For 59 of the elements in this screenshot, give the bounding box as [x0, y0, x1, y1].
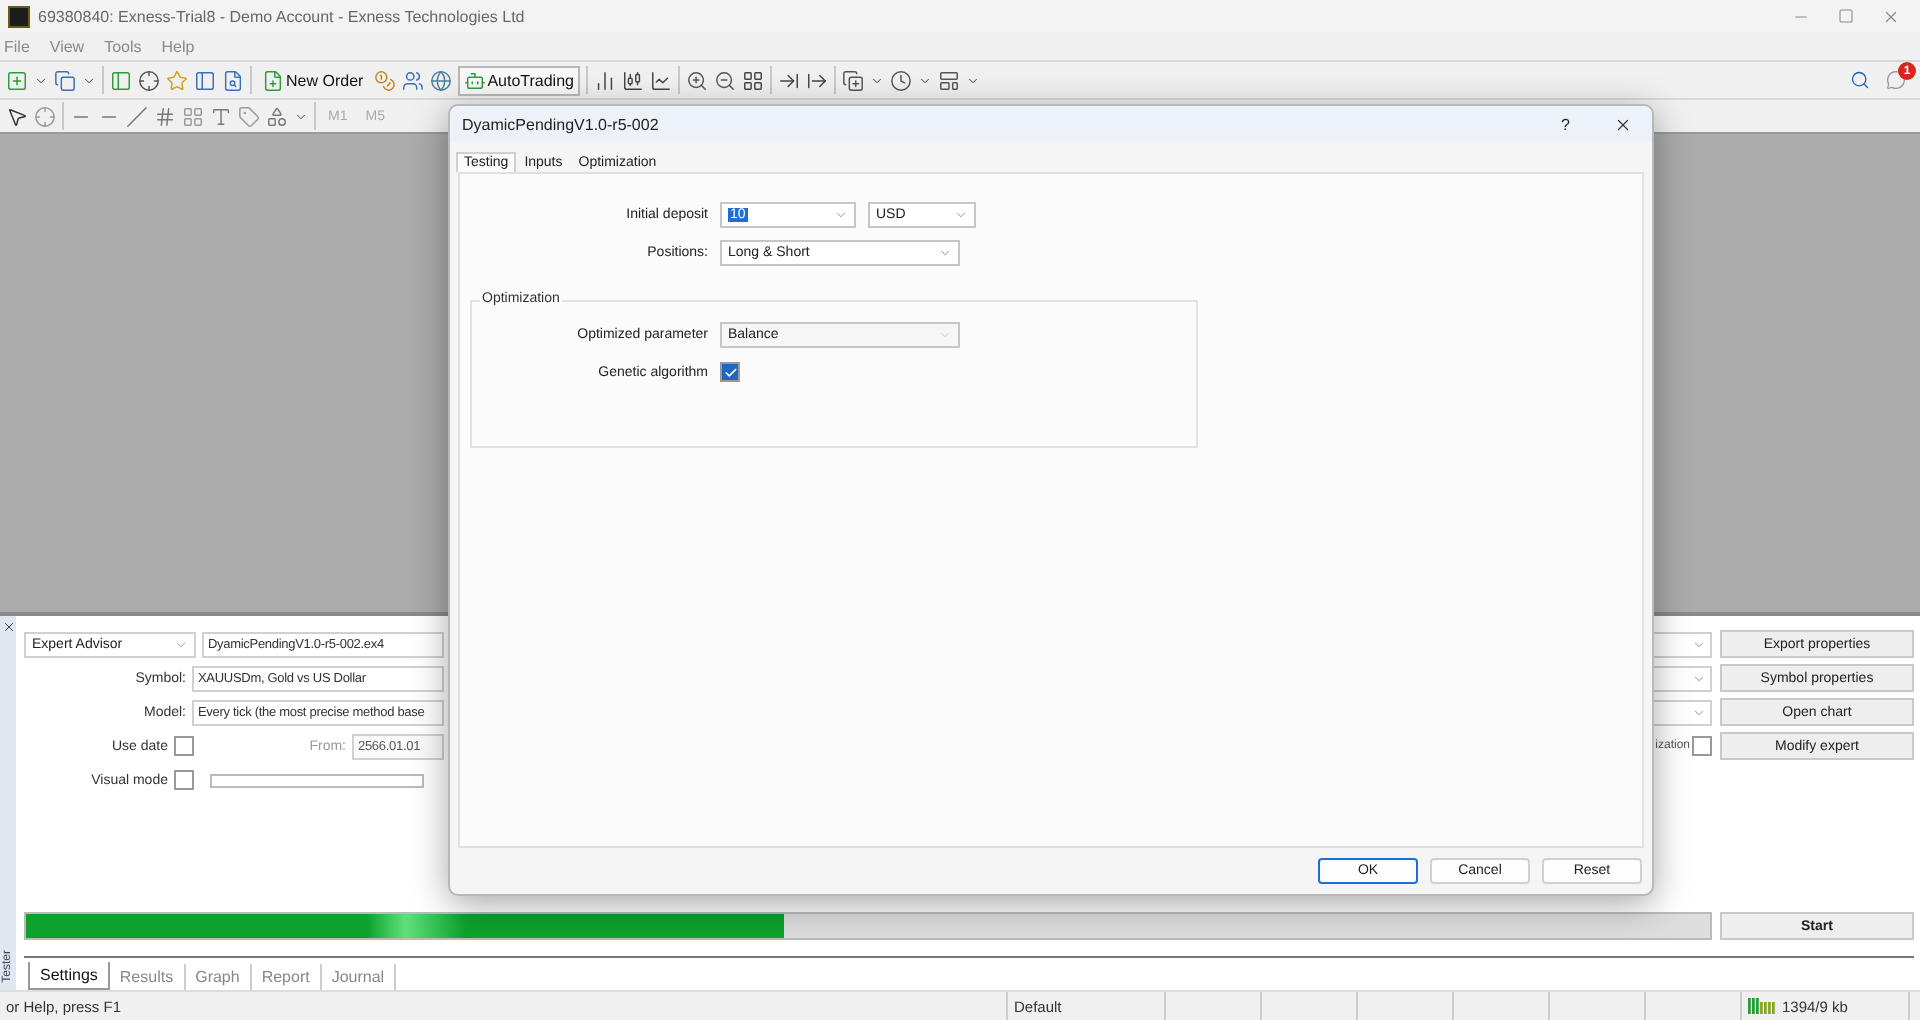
search-icon[interactable] [1850, 70, 1870, 90]
bar-chart-icon[interactable] [593, 69, 616, 91]
line-chart-icon[interactable] [649, 69, 672, 91]
robot-icon[interactable] [463, 69, 486, 91]
tab[interactable]: Results [109, 964, 186, 990]
caret-icon[interactable] [82, 73, 96, 87]
text-icon[interactable] [210, 105, 232, 127]
caret-icon[interactable] [869, 73, 884, 87]
candlestick-icon[interactable] [621, 69, 644, 91]
crosshair-icon[interactable] [138, 69, 160, 91]
close-icon[interactable] [1614, 115, 1632, 133]
panel-icon[interactable] [194, 69, 216, 91]
star-icon[interactable] [166, 69, 188, 91]
template-icon[interactable] [937, 69, 960, 91]
chevron-icon[interactable] [1692, 671, 1706, 685]
label-icon[interactable] [238, 105, 260, 127]
tab[interactable]: Journal [321, 964, 397, 990]
indicator-icon[interactable] [841, 69, 864, 91]
add-chart-icon[interactable] [6, 69, 28, 91]
globe-icon[interactable] [429, 69, 452, 91]
coins-icon[interactable] [373, 69, 396, 91]
chevron-icon[interactable] [1692, 637, 1706, 651]
caret-icon[interactable] [965, 73, 980, 87]
chevron-icon[interactable] [1692, 705, 1706, 719]
chevron-icon[interactable] [954, 207, 968, 221]
tab[interactable]: Report [251, 964, 322, 990]
visual-mode-checkbox[interactable] [174, 770, 194, 790]
speed-slider-track[interactable] [210, 773, 424, 787]
search-document-icon[interactable] [222, 69, 244, 91]
optimization-checkbox[interactable] [1692, 736, 1712, 756]
zoom-out-icon[interactable] [713, 69, 736, 91]
grid-icon[interactable] [741, 69, 764, 91]
help-button[interactable]: ? [1561, 115, 1570, 133]
auto-trading-button[interactable]: AutoTrading [457, 65, 580, 95]
dialog-title: DyamicPendingV1.0-r5-002 [462, 115, 659, 133]
clock-icon[interactable] [889, 69, 912, 91]
app-logo-icon [8, 5, 30, 27]
people-icon[interactable] [401, 69, 424, 91]
shapes-icon[interactable] [266, 105, 288, 127]
caret-icon[interactable] [294, 109, 308, 123]
caret-icon[interactable] [34, 73, 48, 87]
connection-bars-icon [1748, 998, 1776, 1014]
tab[interactable]: Settings [28, 962, 110, 990]
chevron-icon[interactable] [174, 637, 188, 651]
windows-icon[interactable] [54, 69, 76, 91]
window-title: 69380840: Exness-Trial8 - Demo Account - Exness Technologies Ltd [38, 7, 525, 25]
genetic-checkbox[interactable] [720, 362, 740, 382]
caret-icon[interactable] [917, 73, 932, 87]
document-plus-icon[interactable] [262, 69, 284, 91]
trend-line-icon[interactable] [126, 105, 148, 127]
chat-icon[interactable] [1886, 70, 1906, 90]
use-date-checkbox[interactable] [174, 736, 194, 756]
new-order-button[interactable]: New Order [258, 65, 368, 95]
zoom-in-icon[interactable] [685, 69, 708, 91]
chevron-icon[interactable] [938, 245, 952, 259]
cursor-icon[interactable] [6, 105, 28, 127]
close-icon[interactable] [1, 620, 15, 634]
chevron-icon[interactable] [834, 207, 848, 221]
tab[interactable]: Graph [185, 964, 252, 990]
